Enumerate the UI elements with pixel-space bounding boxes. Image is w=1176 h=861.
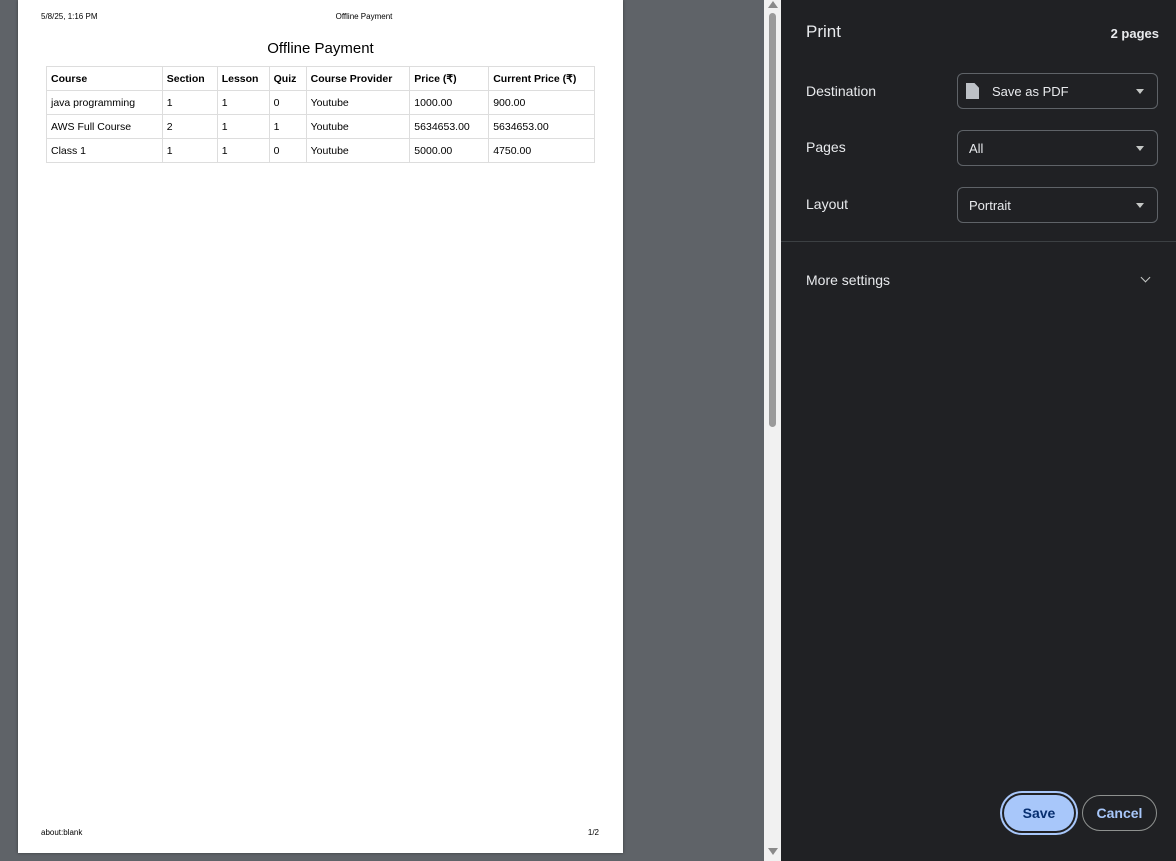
destination-label: Destination (806, 83, 877, 99)
table-cell: 2 (161, 114, 218, 139)
table-cell: 900.00 (488, 90, 595, 115)
scroll-thumb[interactable] (769, 13, 776, 427)
table-row: Class 1 1 1 0 Youtube 5000.00 4750.00 (46, 138, 595, 163)
payment-table: Course Section Lesson Quiz Course Provid… (46, 66, 595, 163)
table-cell: 1 (216, 138, 270, 163)
page-header-title: Offline Payment (335, 12, 393, 21)
more-settings-toggle[interactable]: More settings (806, 272, 890, 288)
column-header: Price (₹) (409, 66, 490, 91)
table-cell: 1 (216, 90, 270, 115)
column-header: Section (161, 66, 218, 91)
pages-select[interactable]: All (957, 130, 1158, 166)
preview-page: 5/8/25, 1:16 PM Offline Payment Offline … (18, 0, 623, 853)
pages-label: Pages (806, 139, 846, 155)
column-header: Course (46, 66, 163, 91)
table-cell: 1 (161, 90, 218, 115)
cancel-button[interactable]: Cancel (1082, 795, 1157, 831)
document-title: Offline Payment (267, 40, 374, 57)
section-divider (781, 241, 1176, 242)
column-header: Quiz (268, 66, 307, 91)
table-cell: 1000.00 (409, 90, 490, 115)
table-row: java programming 1 1 0 Youtube 1000.00 9… (46, 90, 595, 115)
scroll-up-arrow-icon[interactable] (768, 1, 778, 8)
column-header: Course Provider (305, 66, 411, 91)
table-cell: Youtube (305, 138, 411, 163)
layout-label: Layout (806, 196, 849, 212)
layout-select[interactable]: Portrait (957, 187, 1158, 223)
table-cell: Youtube (305, 90, 411, 115)
destination-select[interactable]: Save as PDF (957, 73, 1158, 109)
table-cell: 5000.00 (409, 138, 490, 163)
table-cell: 5634653.00 (488, 114, 595, 139)
layout-value: Portrait (969, 198, 1011, 213)
print-title: Print (806, 22, 841, 41)
table-cell: Youtube (305, 114, 411, 139)
table-cell: java programming (46, 90, 163, 115)
table-cell: 5634653.00 (409, 114, 490, 139)
table-cell: 0 (268, 90, 307, 115)
chevron-down-icon[interactable] (1140, 272, 1151, 283)
dropdown-arrow-icon (1136, 146, 1144, 151)
table-header-row: Course Section Lesson Quiz Course Provid… (46, 66, 595, 91)
print-preview-area: 5/8/25, 1:16 PM Offline Payment Offline … (0, 0, 764, 861)
table-cell: 1 (216, 114, 270, 139)
dropdown-arrow-icon (1136, 203, 1144, 208)
scroll-down-arrow-icon[interactable] (768, 848, 778, 855)
column-header: Lesson (216, 66, 270, 91)
table-cell: Class 1 (46, 138, 163, 163)
save-button[interactable]: Save (1004, 795, 1074, 831)
pages-value: All (969, 141, 984, 156)
destination-value: Save as PDF (992, 84, 1069, 99)
table-cell: 0 (268, 138, 307, 163)
preview-scrollbar[interactable] (764, 0, 781, 861)
table-cell: 1 (268, 114, 307, 139)
dropdown-arrow-icon (1136, 89, 1144, 94)
table-cell: AWS Full Course (46, 114, 163, 139)
print-settings-panel: Print 2 pages Destination Save as PDF Pa… (781, 0, 1176, 861)
table-cell: 1 (161, 138, 218, 163)
column-header: Current Price (₹) (488, 66, 595, 91)
page-count: 2 pages (1110, 26, 1159, 41)
page-footer-number: 1/2 (587, 828, 599, 837)
page-footer-url: about:blank (41, 828, 83, 837)
table-cell: 4750.00 (488, 138, 595, 163)
table-row: AWS Full Course 2 1 1 Youtube 5634653.00… (46, 114, 595, 139)
document-icon (966, 83, 979, 99)
